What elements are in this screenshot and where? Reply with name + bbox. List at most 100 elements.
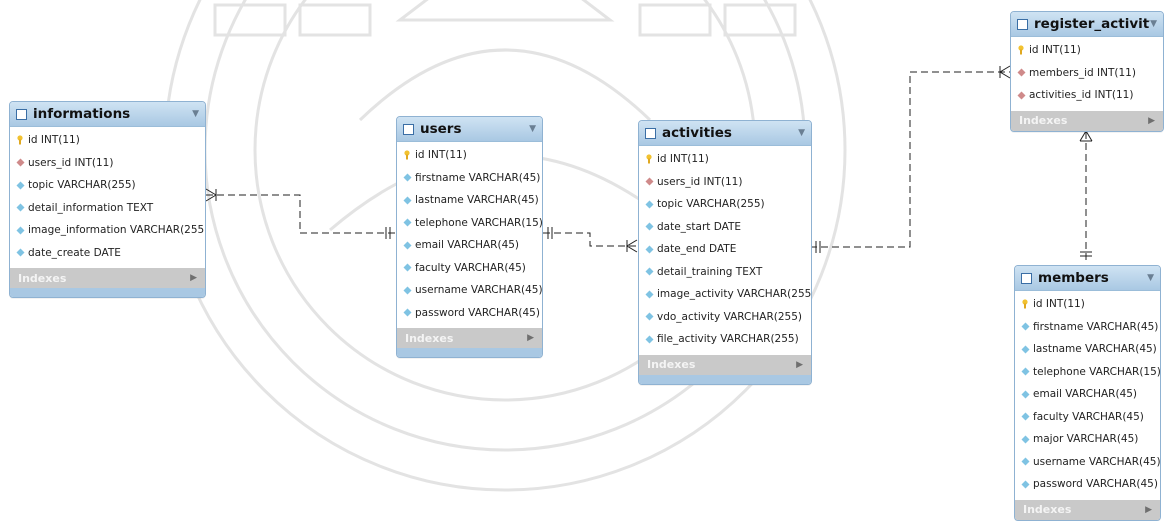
column-row[interactable]: activities_id INT(11): [1011, 84, 1163, 107]
column-icon: [402, 308, 412, 317]
column-label: date_start DATE: [657, 220, 742, 233]
column-icon: [644, 312, 654, 321]
column-row[interactable]: password VARCHAR(45): [1015, 473, 1160, 496]
column-label: id INT(11): [1033, 298, 1085, 311]
collapse-arrow-icon[interactable]: ▼: [1150, 19, 1157, 29]
column-row[interactable]: id INT(11): [639, 148, 811, 171]
column-row[interactable]: email VARCHAR(45): [397, 234, 542, 257]
column-row[interactable]: image_activity VARCHAR(255): [639, 283, 811, 306]
column-icon: [402, 218, 412, 227]
table-icon: [403, 123, 414, 135]
column-row[interactable]: id INT(11): [10, 129, 205, 152]
column-row[interactable]: email VARCHAR(45): [1015, 383, 1160, 406]
collapse-arrow-icon[interactable]: ▼: [1147, 273, 1154, 283]
table-informations[interactable]: informations ▼ id INT(11) users_id INT(11…: [9, 101, 206, 298]
collapse-arrow-icon[interactable]: ▼: [529, 124, 536, 134]
column-label: telephone VARCHAR(15): [1033, 365, 1161, 378]
column-row[interactable]: major VARCHAR(45): [1015, 428, 1160, 451]
column-row[interactable]: telephone VARCHAR(15): [1015, 361, 1160, 384]
table-header[interactable]: register_activity ▼: [1011, 12, 1163, 37]
column-icon: [1020, 457, 1030, 466]
column-row[interactable]: id INT(11): [397, 144, 542, 167]
column-row[interactable]: file_activity VARCHAR(255): [639, 328, 811, 351]
table-header[interactable]: users ▼: [397, 117, 542, 142]
indexes-section[interactable]: Indexes ▶: [1015, 499, 1160, 520]
column-row[interactable]: firstname VARCHAR(45): [397, 167, 542, 190]
primary-key-icon: [1020, 299, 1030, 309]
table-header[interactable]: activities ▼: [639, 121, 811, 146]
column-label: image_information VARCHAR(255): [28, 224, 206, 237]
column-row[interactable]: faculty VARCHAR(45): [397, 257, 542, 280]
column-row[interactable]: date_end DATE: [639, 238, 811, 261]
indexes-label: Indexes: [1019, 114, 1068, 127]
collapse-arrow-icon[interactable]: ▼: [798, 128, 805, 138]
column-label: faculty VARCHAR(45): [1033, 410, 1144, 423]
column-row[interactable]: date_start DATE: [639, 216, 811, 239]
expand-arrow-icon[interactable]: ▶: [527, 333, 534, 343]
table-users[interactable]: users ▼ id INT(11) firstname VARCHAR(45) l…: [396, 116, 543, 358]
table-icon: [645, 127, 656, 139]
table-register-activity[interactable]: register_activity ▼ id INT(11) members_id…: [1010, 11, 1164, 132]
column-label: telephone VARCHAR(15): [415, 216, 543, 229]
column-label: topic VARCHAR(255): [28, 179, 136, 192]
column-list: id INT(11) members_id INT(11) activities_i…: [1011, 37, 1163, 111]
column-label: firstname VARCHAR(45): [1033, 320, 1159, 333]
expand-arrow-icon[interactable]: ▶: [1148, 116, 1155, 126]
indexes-section[interactable]: Indexes ▶: [639, 354, 811, 375]
table-members[interactable]: members ▼ id INT(11) firstname VARCHAR(45…: [1014, 265, 1161, 521]
column-row[interactable]: detail_training TEXT: [639, 261, 811, 284]
expand-arrow-icon[interactable]: ▶: [190, 273, 197, 283]
column-row[interactable]: username VARCHAR(45): [397, 279, 542, 302]
expand-arrow-icon[interactable]: ▶: [796, 360, 803, 370]
column-icon: [1020, 390, 1030, 399]
column-row[interactable]: lastname VARCHAR(45): [1015, 338, 1160, 361]
column-row[interactable]: image_information VARCHAR(255): [10, 219, 205, 242]
column-row[interactable]: telephone VARCHAR(15): [397, 212, 542, 235]
column-row[interactable]: lastname VARCHAR(45): [397, 189, 542, 212]
column-row[interactable]: users_id INT(11): [639, 171, 811, 194]
rel-activities-users: [543, 227, 638, 253]
column-label: id INT(11): [657, 153, 709, 166]
column-row[interactable]: detail_information TEXT: [10, 197, 205, 220]
column-icon: [1020, 367, 1030, 376]
column-label: image_activity VARCHAR(255): [657, 288, 812, 301]
column-row[interactable]: topic VARCHAR(255): [10, 174, 205, 197]
column-row[interactable]: id INT(11): [1015, 293, 1160, 316]
rel-register-members: [1079, 130, 1093, 262]
column-icon: [402, 173, 412, 182]
column-list: id INT(11) firstname VARCHAR(45) lastname …: [397, 142, 542, 328]
column-icon: [644, 335, 654, 344]
column-icon: [15, 181, 25, 190]
column-row[interactable]: vdo_activity VARCHAR(255): [639, 306, 811, 329]
indexes-section[interactable]: Indexes ▶: [10, 268, 205, 288]
column-row[interactable]: id INT(11): [1011, 39, 1163, 62]
indexes-section[interactable]: Indexes ▶: [397, 328, 542, 348]
column-icon: [15, 203, 25, 212]
column-row[interactable]: users_id INT(11): [10, 152, 205, 175]
column-row[interactable]: username VARCHAR(45): [1015, 451, 1160, 474]
table-footer: [639, 374, 811, 384]
column-row[interactable]: members_id INT(11): [1011, 62, 1163, 85]
table-name: informations: [33, 106, 131, 122]
column-label: lastname VARCHAR(45): [1033, 343, 1157, 356]
table-icon: [16, 108, 27, 120]
column-row[interactable]: topic VARCHAR(255): [639, 193, 811, 216]
column-label: members_id INT(11): [1029, 66, 1136, 79]
table-activities[interactable]: activities ▼ id INT(11) users_id INT(11) t…: [638, 120, 812, 385]
expand-arrow-icon[interactable]: ▶: [1145, 505, 1152, 515]
indexes-label: Indexes: [18, 271, 67, 285]
table-name: users: [420, 121, 462, 137]
column-list: id INT(11) users_id INT(11) topic VARCHAR(…: [639, 146, 811, 355]
column-icon: [15, 248, 25, 257]
column-row[interactable]: firstname VARCHAR(45): [1015, 316, 1160, 339]
indexes-section[interactable]: Indexes ▶: [1011, 110, 1163, 131]
table-footer: [10, 288, 205, 297]
column-row[interactable]: date_create DATE: [10, 242, 205, 265]
column-label: email VARCHAR(45): [1033, 388, 1138, 401]
table-header[interactable]: informations ▼: [10, 102, 205, 127]
table-header[interactable]: members ▼: [1015, 266, 1160, 291]
column-row[interactable]: faculty VARCHAR(45): [1015, 406, 1160, 429]
collapse-arrow-icon[interactable]: ▼: [192, 109, 199, 119]
rel-informations-users: [205, 188, 395, 239]
column-row[interactable]: password VARCHAR(45): [397, 302, 542, 325]
